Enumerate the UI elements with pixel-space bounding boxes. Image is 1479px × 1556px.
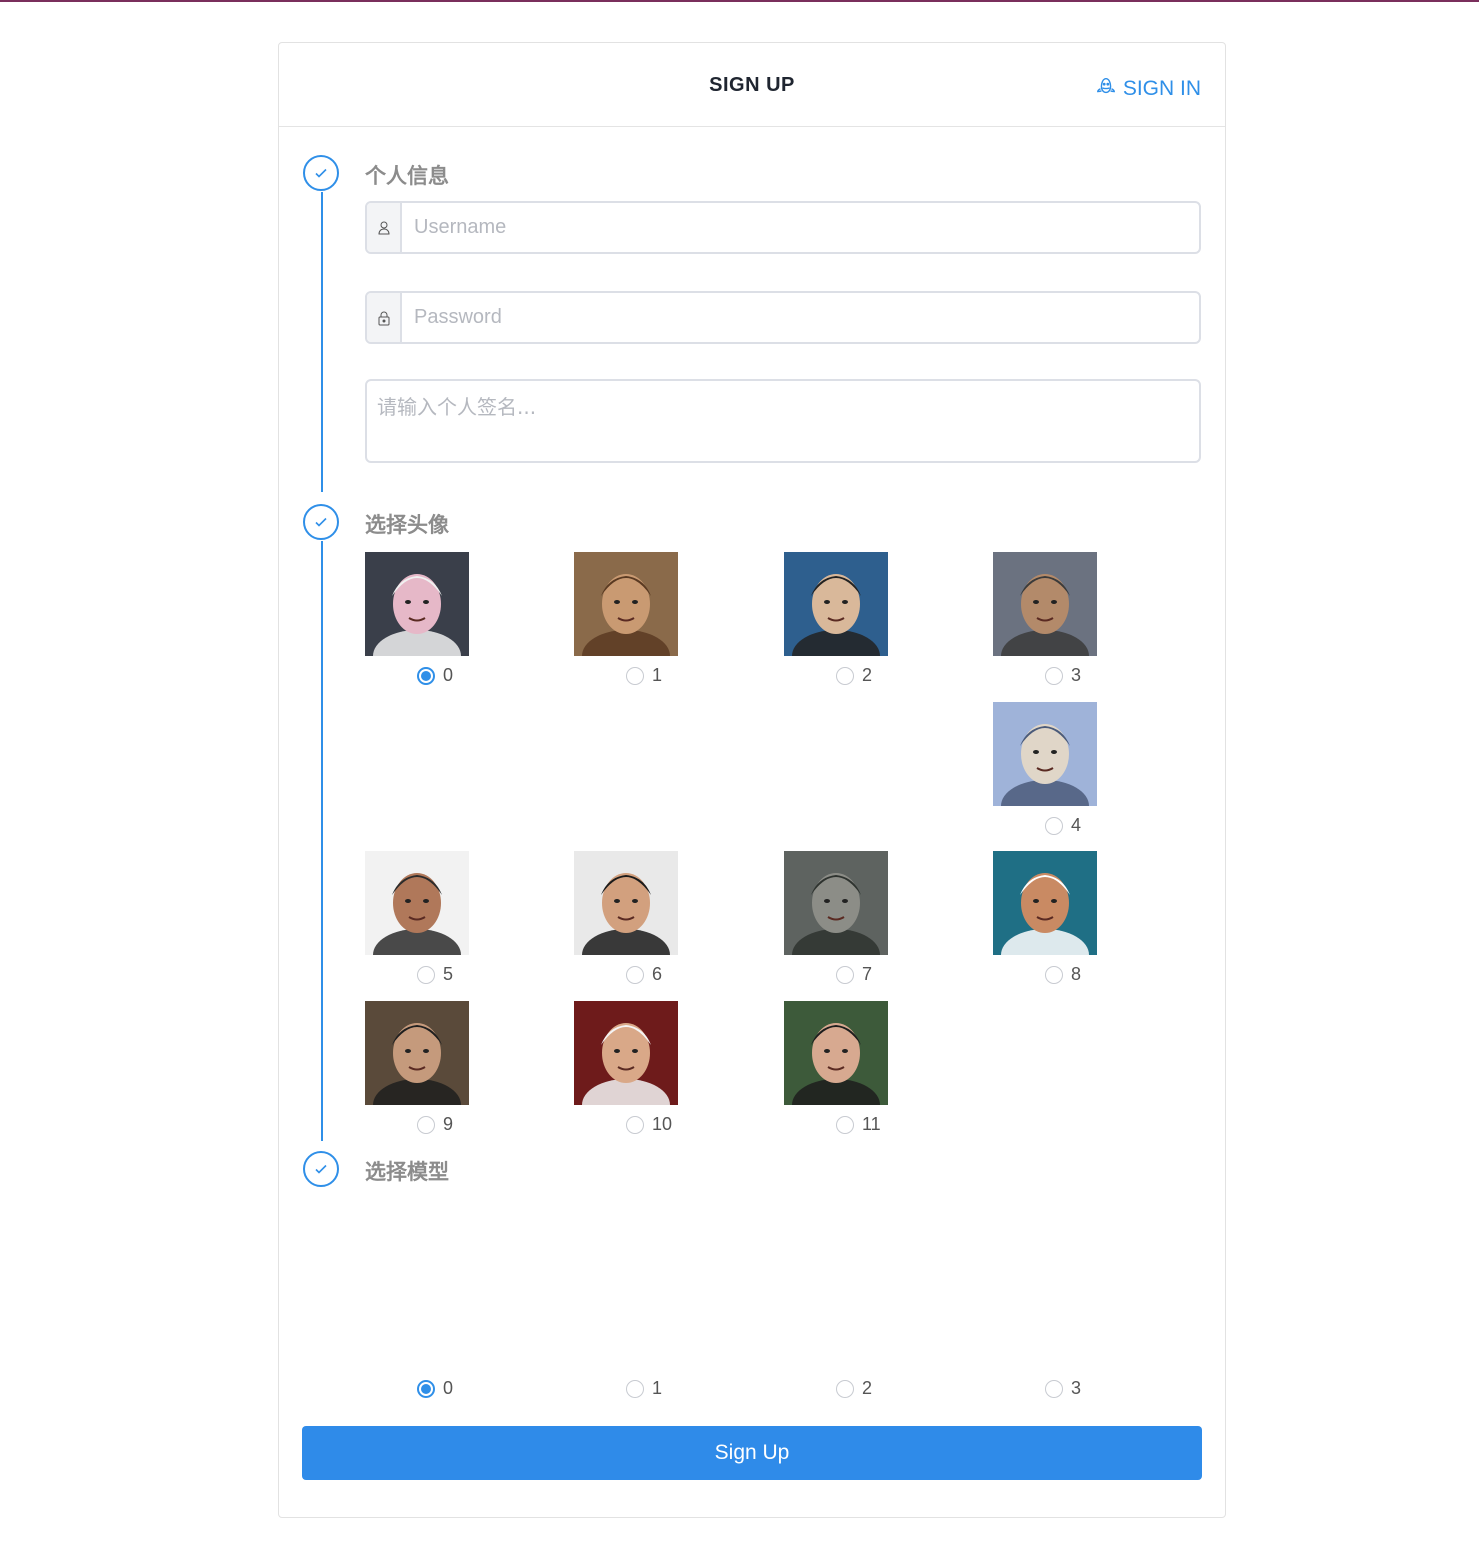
avatar-radio-5[interactable]: 5 xyxy=(417,964,453,985)
avatar-image-10[interactable] xyxy=(574,1001,678,1105)
avatar-image-6[interactable] xyxy=(574,851,678,955)
avatar-image-11[interactable] xyxy=(784,1001,888,1105)
step-3-title: 选择模型 xyxy=(365,1160,449,1184)
step-1-check-icon xyxy=(303,155,339,191)
radio-button[interactable] xyxy=(626,1379,644,1398)
radio-button[interactable] xyxy=(417,1379,435,1398)
radio-label: 5 xyxy=(443,964,454,984)
radio-button[interactable] xyxy=(1045,816,1063,835)
user-icon xyxy=(367,203,402,252)
sign-in-link[interactable]: SIGN IN xyxy=(1095,75,1201,103)
top-accent-line xyxy=(0,0,1479,2)
avatar-image-9[interactable] xyxy=(365,1001,469,1105)
radio-label: 11 xyxy=(862,1114,881,1134)
avatar-radio-11[interactable]: 11 xyxy=(836,1114,881,1135)
step-2-connector xyxy=(321,541,323,1141)
model-radio-1[interactable]: 1 xyxy=(626,1378,662,1399)
avatar-image-2[interactable] xyxy=(784,552,888,656)
radio-label: 10 xyxy=(652,1114,673,1134)
signature-textarea[interactable] xyxy=(365,379,1201,463)
radio-button[interactable] xyxy=(626,666,644,685)
radio-label: 2 xyxy=(862,1378,873,1398)
radio-button[interactable] xyxy=(836,1379,854,1398)
step-1-title: 个人信息 xyxy=(365,164,449,188)
avatar-image-8[interactable] xyxy=(993,851,1097,955)
password-input[interactable] xyxy=(402,293,1199,342)
radio-label: 6 xyxy=(652,964,663,984)
avatar-image-5[interactable] xyxy=(365,851,469,955)
radio-label: 8 xyxy=(1071,964,1082,984)
radio-button[interactable] xyxy=(417,965,435,984)
radio-label: 1 xyxy=(652,665,663,685)
avatar-image-4[interactable] xyxy=(993,702,1097,806)
radio-label: 7 xyxy=(862,964,873,984)
radio-button[interactable] xyxy=(836,1115,854,1134)
radio-button[interactable] xyxy=(417,1115,435,1134)
radio-button[interactable] xyxy=(1045,965,1063,984)
sign-in-label: SIGN IN xyxy=(1122,77,1201,100)
radio-button[interactable] xyxy=(836,666,854,685)
card-header: SIGN UP SIGN IN xyxy=(279,43,1225,127)
step-2-check-icon xyxy=(303,504,339,540)
radio-label: 4 xyxy=(1071,815,1082,835)
avatar-image-7[interactable] xyxy=(784,851,888,955)
step-2-title: 选择头像 xyxy=(365,513,449,537)
step-1-connector xyxy=(321,192,323,492)
model-radio-2[interactable]: 2 xyxy=(836,1378,872,1399)
radio-label: 0 xyxy=(443,1378,454,1398)
radio-button[interactable] xyxy=(626,1115,644,1134)
radio-button[interactable] xyxy=(626,965,644,984)
avatar-radio-8[interactable]: 8 xyxy=(1045,964,1081,985)
radio-label: 3 xyxy=(1071,1378,1082,1398)
avatar-radio-4[interactable]: 4 xyxy=(1045,815,1081,836)
model-radio-0[interactable]: 0 xyxy=(417,1378,453,1399)
sign-up-button[interactable]: Sign Up xyxy=(302,1426,1202,1480)
avatar-radio-2[interactable]: 2 xyxy=(836,665,872,686)
avatar-radio-0[interactable]: 0 xyxy=(417,665,453,686)
avatar-radio-9[interactable]: 9 xyxy=(417,1114,453,1135)
avatar-radio-1[interactable]: 1 xyxy=(626,665,662,686)
radio-label: 1 xyxy=(652,1378,663,1398)
radio-button[interactable] xyxy=(417,666,435,685)
radio-label: 9 xyxy=(443,1114,454,1134)
avatar-radio-6[interactable]: 6 xyxy=(626,964,662,985)
radio-label: 3 xyxy=(1071,665,1082,685)
lock-icon xyxy=(367,293,402,342)
step-3-check-icon xyxy=(303,1151,339,1187)
ghost-icon xyxy=(1095,75,1117,103)
avatar-image-3[interactable] xyxy=(993,552,1097,656)
avatar-image-1[interactable] xyxy=(574,552,678,656)
password-field[interactable] xyxy=(365,291,1201,344)
radio-button[interactable] xyxy=(1045,666,1063,685)
avatar-image-0[interactable] xyxy=(365,552,469,656)
page-title: SIGN UP xyxy=(709,74,795,96)
radio-button[interactable] xyxy=(1045,1379,1063,1398)
model-radio-3[interactable]: 3 xyxy=(1045,1378,1081,1399)
avatar-radio-3[interactable]: 3 xyxy=(1045,665,1081,686)
radio-label: 2 xyxy=(862,665,873,685)
radio-button[interactable] xyxy=(836,965,854,984)
avatar-radio-7[interactable]: 7 xyxy=(836,964,872,985)
avatar-radio-10[interactable]: 10 xyxy=(626,1114,672,1135)
username-field[interactable] xyxy=(365,201,1201,254)
radio-label: 0 xyxy=(443,665,454,685)
username-input[interactable] xyxy=(402,203,1199,252)
